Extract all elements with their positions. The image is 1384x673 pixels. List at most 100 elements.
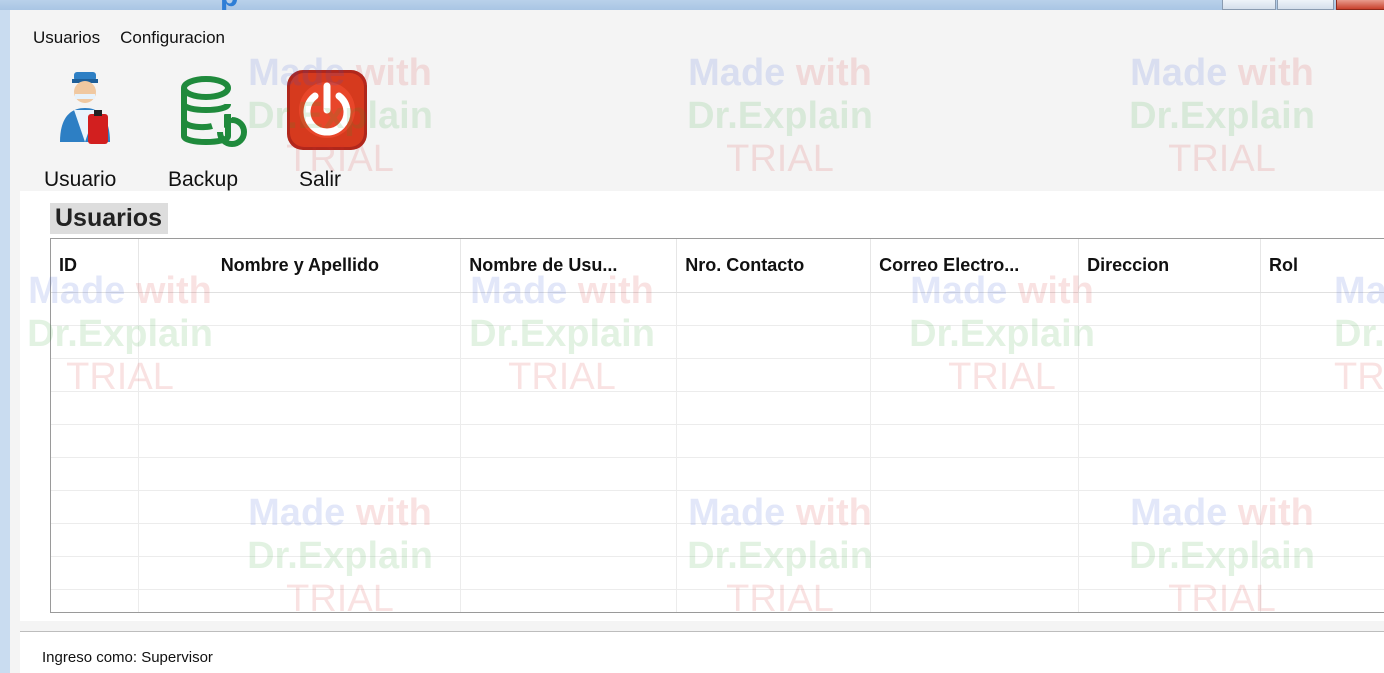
close-button[interactable] bbox=[1336, 0, 1384, 10]
table-cell[interactable] bbox=[51, 424, 140, 458]
table-cell[interactable] bbox=[51, 490, 140, 524]
table-cell[interactable] bbox=[138, 292, 462, 326]
table-cell[interactable] bbox=[870, 391, 1080, 425]
table-row[interactable] bbox=[51, 457, 1384, 491]
table-cell[interactable] bbox=[870, 523, 1080, 557]
table-cell[interactable] bbox=[870, 292, 1080, 326]
table-cell[interactable] bbox=[51, 325, 140, 359]
table-cell[interactable] bbox=[460, 490, 678, 524]
table-row[interactable] bbox=[51, 523, 1384, 557]
table-cell[interactable] bbox=[51, 589, 140, 612]
table-row[interactable] bbox=[51, 325, 1384, 359]
toolbar: Usuario Backup Salir bbox=[10, 60, 470, 191]
table-cell[interactable] bbox=[460, 589, 678, 612]
table-cell[interactable] bbox=[138, 424, 462, 458]
table-cell[interactable] bbox=[870, 490, 1080, 524]
table-cell[interactable] bbox=[51, 523, 140, 557]
column-header-nombre-apellido[interactable]: Nombre y Apellido bbox=[138, 239, 462, 293]
table-cell[interactable] bbox=[1078, 391, 1262, 425]
table-cell[interactable] bbox=[460, 457, 678, 491]
table-cell[interactable] bbox=[1260, 424, 1384, 458]
table-cell[interactable] bbox=[460, 391, 678, 425]
table-cell[interactable] bbox=[138, 391, 462, 425]
table-cell[interactable] bbox=[870, 325, 1080, 359]
table-row[interactable] bbox=[51, 424, 1384, 458]
table-cell[interactable] bbox=[138, 457, 462, 491]
table-cell[interactable] bbox=[51, 556, 140, 590]
table-cell[interactable] bbox=[1078, 589, 1262, 612]
table-row[interactable] bbox=[51, 391, 1384, 425]
table-cell[interactable] bbox=[138, 325, 462, 359]
column-header-correo[interactable]: Correo Electro... bbox=[870, 239, 1080, 293]
table-row[interactable] bbox=[51, 556, 1384, 590]
table-cell[interactable] bbox=[676, 457, 872, 491]
table-cell[interactable] bbox=[460, 358, 678, 392]
table-cell[interactable] bbox=[1260, 325, 1384, 359]
table-cell[interactable] bbox=[138, 556, 462, 590]
column-header-direccion[interactable]: Direccion bbox=[1078, 239, 1262, 293]
table-cell[interactable] bbox=[51, 391, 140, 425]
status-bar: Ingreso como: Supervisor bbox=[20, 631, 1384, 673]
table-cell[interactable] bbox=[138, 490, 462, 524]
table-cell[interactable] bbox=[460, 325, 678, 359]
menu-configuracion[interactable]: Configuracion bbox=[114, 24, 239, 50]
table-cell[interactable] bbox=[138, 523, 462, 557]
column-header-rol[interactable]: Rol bbox=[1260, 239, 1384, 293]
table-cell[interactable] bbox=[676, 325, 872, 359]
minimize-button[interactable] bbox=[1222, 0, 1276, 10]
column-header-nro-contacto[interactable]: Nro. Contacto bbox=[676, 239, 872, 293]
table-cell[interactable] bbox=[1078, 424, 1262, 458]
table-cell[interactable] bbox=[460, 556, 678, 590]
table-cell[interactable] bbox=[870, 457, 1080, 491]
table-cell[interactable] bbox=[51, 358, 140, 392]
table-cell[interactable] bbox=[1078, 358, 1262, 392]
table-cell[interactable] bbox=[460, 523, 678, 557]
table-cell[interactable] bbox=[676, 424, 872, 458]
table-row[interactable] bbox=[51, 589, 1384, 612]
table-cell[interactable] bbox=[1260, 556, 1384, 590]
table-cell[interactable] bbox=[1260, 589, 1384, 612]
table-cell[interactable] bbox=[676, 358, 872, 392]
table-cell[interactable] bbox=[138, 589, 462, 612]
table-cell[interactable] bbox=[1260, 358, 1384, 392]
table-row[interactable] bbox=[51, 358, 1384, 392]
table-cell[interactable] bbox=[676, 523, 872, 557]
title-bar: p bbox=[0, 0, 1384, 10]
table-cell[interactable] bbox=[1260, 391, 1384, 425]
table-cell[interactable] bbox=[460, 424, 678, 458]
table-cell[interactable] bbox=[1078, 490, 1262, 524]
table-cell[interactable] bbox=[1260, 292, 1384, 326]
table-row[interactable] bbox=[51, 292, 1384, 326]
column-header-id[interactable]: ID bbox=[51, 239, 140, 293]
table-cell[interactable] bbox=[676, 556, 872, 590]
table-cell[interactable] bbox=[1078, 523, 1262, 557]
salir-label: Salir bbox=[299, 168, 342, 191]
menu-usuarios[interactable]: Usuarios bbox=[10, 24, 114, 50]
main-window: Usuarios Configuracion Usuario Backup Sa… bbox=[10, 10, 1384, 673]
table-row[interactable] bbox=[51, 490, 1384, 524]
table-cell[interactable] bbox=[1078, 457, 1262, 491]
table-cell[interactable] bbox=[870, 556, 1080, 590]
table-cell[interactable] bbox=[676, 391, 872, 425]
table-cell[interactable] bbox=[1260, 490, 1384, 524]
table-cell[interactable] bbox=[676, 292, 872, 326]
table-cell[interactable] bbox=[870, 358, 1080, 392]
user-icon bbox=[60, 72, 110, 144]
table-cell[interactable] bbox=[870, 424, 1080, 458]
table-cell[interactable] bbox=[1260, 523, 1384, 557]
maximize-button[interactable] bbox=[1277, 0, 1334, 10]
table-cell[interactable] bbox=[51, 292, 140, 326]
table-cell[interactable] bbox=[51, 457, 140, 491]
database-backup-icon bbox=[181, 76, 247, 147]
table-cell[interactable] bbox=[1078, 325, 1262, 359]
table-cell[interactable] bbox=[676, 589, 872, 612]
table-cell[interactable] bbox=[460, 292, 678, 326]
column-header-nombre-usuario[interactable]: Nombre de Usu... bbox=[460, 239, 678, 293]
table-cell[interactable] bbox=[1260, 457, 1384, 491]
table-cell[interactable] bbox=[1078, 556, 1262, 590]
table-cell[interactable] bbox=[676, 490, 872, 524]
table-cell[interactable] bbox=[138, 358, 462, 392]
table-cell[interactable] bbox=[1078, 292, 1262, 326]
users-grid[interactable]: ID Nombre y Apellido Nombre de Usu... Nr… bbox=[50, 238, 1384, 613]
table-cell[interactable] bbox=[870, 589, 1080, 612]
